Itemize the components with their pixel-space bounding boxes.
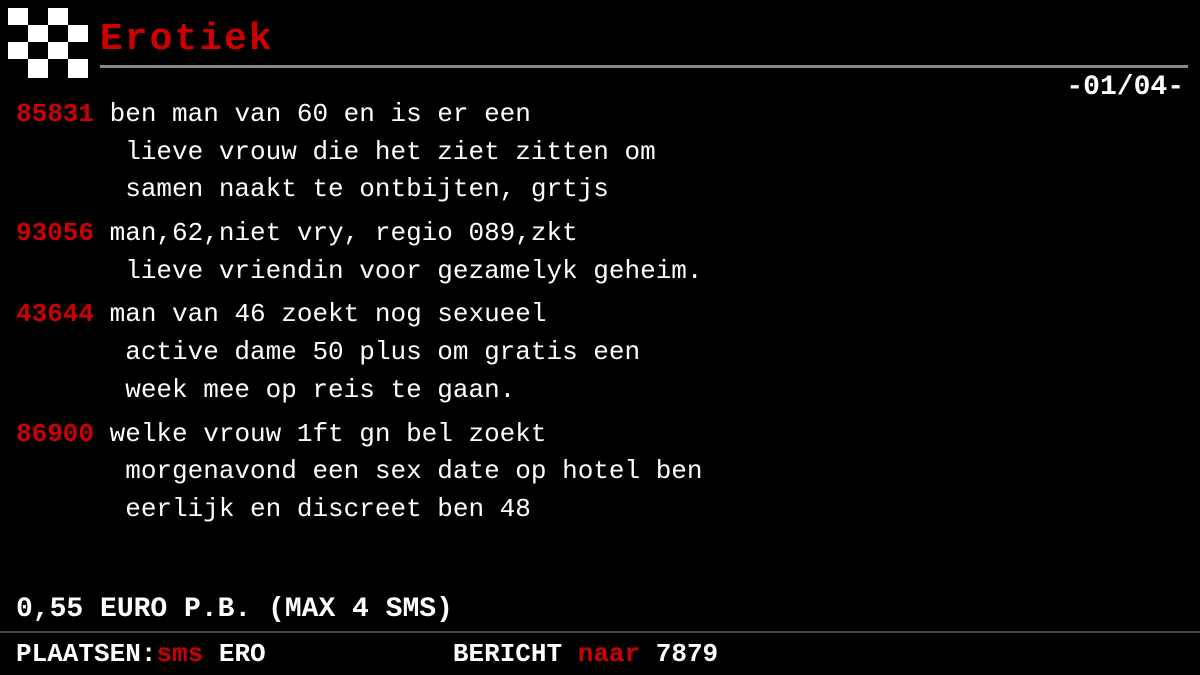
header-divider [100,65,1188,68]
footer: 0,55 EURO P.B. (MAX 4 SMS) PLAATSEN: sms… [0,586,1200,675]
list-item: 85831 ben man van 60 en is er een lieve … [16,96,1184,209]
bericht-label: BERICHT [453,639,578,669]
message-text-1: ben man van 60 en is er een lieve vrouw … [16,99,656,204]
title-area: Erotiek [100,18,1188,68]
footer-bar: PLAATSEN: sms ERO BERICHT naar 7879 [0,631,1200,675]
list-item: 43644 man van 46 zoekt nog sexueel activ… [16,296,1184,409]
list-item: 86900 welke vrouw 1ft gn bel zoekt morge… [16,416,1184,529]
number: 7879 [640,639,718,669]
page-title: Erotiek [100,18,1188,61]
ero-label: ERO [203,639,453,669]
plaatsen-label: PLAATSEN: [16,639,156,669]
message-list: 85831 ben man van 60 en is er een lieve … [0,86,1200,545]
message-text-3: man van 46 zoekt nog sexueel active dame… [16,299,640,404]
header: Erotiek [0,0,1200,82]
message-text-4: welke vrouw 1ft gn bel zoekt morgenavond… [16,419,703,524]
screen: Erotiek -01/04- 85831 ben man van 60 en … [0,0,1200,675]
plaatsen-value: sms [156,639,203,669]
message-id-4: 86900 [16,419,94,449]
list-item: 93056 man,62,niet vry, regio 089,zkt lie… [16,215,1184,290]
message-id-1: 85831 [16,99,94,129]
cost-info: 0,55 EURO P.B. (MAX 4 SMS) [0,586,1200,631]
logo-icon [8,8,88,78]
message-id-3: 43644 [16,299,94,329]
message-text-2: man,62,niet vry, regio 089,zkt lieve vri… [16,218,703,286]
message-id-2: 93056 [16,218,94,248]
naar-label: naar [578,639,640,669]
page-number: -01/04- [1066,72,1184,103]
